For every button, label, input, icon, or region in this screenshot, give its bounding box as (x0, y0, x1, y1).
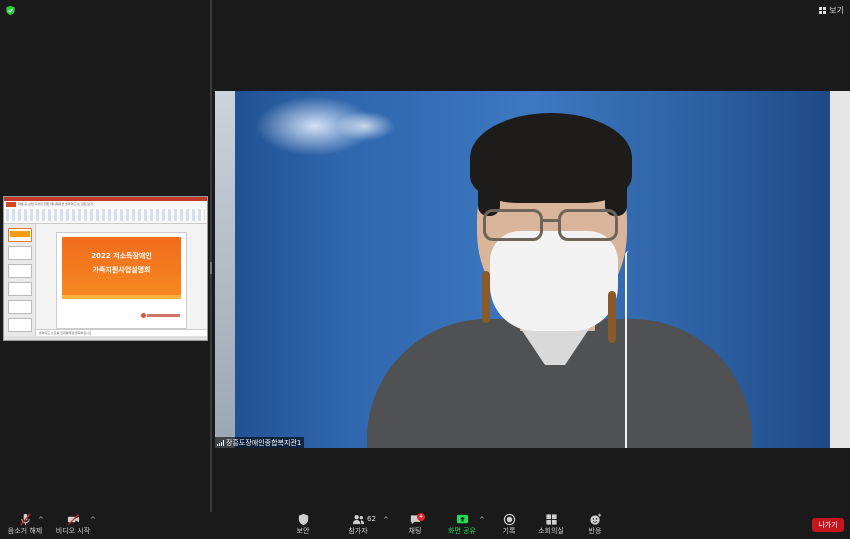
mask-strap (482, 271, 490, 323)
slide-thumbnail (8, 300, 32, 314)
leave-meeting-button[interactable]: 나가기 (812, 518, 844, 532)
record-icon (503, 513, 515, 526)
security-button[interactable]: 보안 (291, 513, 315, 537)
reactions-button[interactable]: 반응 (584, 513, 606, 537)
participant-name: 장흥도장애인종합복지관1 (226, 438, 302, 447)
chat-label: 채팅 (408, 527, 422, 535)
video-background-left (215, 91, 235, 448)
organization-logo (141, 313, 181, 318)
slide-title-line2: 가족지원사업설명회 (92, 266, 151, 274)
share-screen-button[interactable]: 화면 공유 (446, 513, 478, 537)
mask-strap (608, 291, 616, 343)
glasses-lens (483, 209, 543, 241)
video-background-right (830, 91, 850, 448)
presentation-ribbon: 파일 홈 삽입 디자인 전환 애니메이션 슬라이드 쇼 검토 보기 (4, 201, 207, 224)
slide-thumbnail (8, 318, 32, 332)
face-mask (490, 231, 618, 331)
participants-icon (352, 515, 364, 525)
current-slide: 2022 저소득장애인 가족지원사업설명회 (56, 232, 187, 329)
ribbon-tabs: 파일 홈 삽입 디자인 전환 애니메이션 슬라이드 쇼 검토 보기 (18, 202, 93, 206)
share-options-caret[interactable]: ^ (479, 516, 485, 524)
shield-icon (298, 513, 308, 526)
slide-thumbnail (8, 228, 32, 242)
status-bar (4, 336, 207, 340)
view-button-label: 보기 (829, 5, 844, 15)
breakout-rooms-icon (545, 514, 557, 525)
smiley-plus-icon (589, 513, 601, 525)
video-options-caret[interactable]: ^ (90, 516, 96, 524)
reactions-label: 반응 (588, 527, 602, 535)
audio-options-caret[interactable]: ^ (38, 516, 44, 524)
record-button[interactable]: 기록 (498, 513, 520, 537)
view-grid-icon (819, 6, 827, 14)
divider-handle[interactable] (210, 262, 212, 274)
share-screen-label: 화면 공유 (448, 527, 476, 535)
security-shield-icon (6, 5, 15, 16)
start-video-button[interactable]: 비디오 시작 (54, 513, 92, 537)
view-button[interactable]: 보기 (819, 4, 844, 16)
participants-options-caret[interactable]: ^ (383, 516, 389, 524)
slide-notes: 슬라이드 노트를 입력하려면 클릭하십시오. (36, 329, 207, 336)
participant-name-tag: 장흥도장애인종합복지관1 (215, 437, 305, 448)
breakout-rooms-label: 소회의실 (538, 527, 564, 535)
panel-divider[interactable] (210, 0, 212, 512)
ribbon-tools (6, 209, 205, 221)
slide-yellow-stripe (62, 295, 181, 299)
earphone-cable (625, 251, 635, 448)
unmute-label: 음소거 해제 (7, 527, 43, 535)
chat-unread-badge: 4 (417, 513, 425, 521)
video-camera-off-icon (67, 513, 79, 526)
glasses-lens (558, 209, 618, 241)
slide-thumbnail-pane (4, 224, 36, 340)
participant-video[interactable] (215, 91, 850, 448)
slide-title-line1: 2022 저소득장애인 (91, 252, 152, 260)
microphone-muted-icon (19, 513, 31, 526)
record-label: 기록 (502, 527, 516, 535)
participants-label: 참가자 (348, 527, 368, 535)
slide-thumbnail (8, 264, 32, 278)
signal-strength-icon (217, 439, 224, 446)
participants-count: 62 (367, 515, 376, 523)
breakout-rooms-button[interactable]: 소회의실 (536, 513, 566, 537)
slide-thumbnail (8, 246, 32, 260)
start-video-label: 비디오 시작 (55, 527, 91, 535)
share-screen-icon (456, 514, 468, 524)
slide-thumbnail (8, 282, 32, 296)
light-glare (335, 111, 395, 141)
shared-screen-view[interactable]: 파일 홈 삽입 디자인 전환 애니메이션 슬라이드 쇼 검토 보기 2022 저… (3, 196, 208, 341)
security-label: 보안 (296, 527, 310, 535)
file-tab (6, 202, 16, 207)
glasses-bridge (542, 219, 559, 222)
